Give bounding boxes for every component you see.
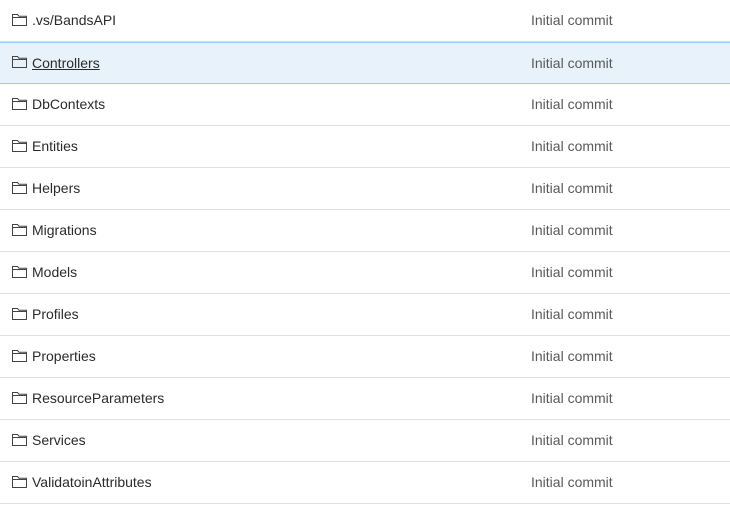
folder-name-link[interactable]: Helpers bbox=[32, 168, 80, 209]
commit-message-link[interactable]: Initial commit bbox=[531, 43, 613, 83]
folder-name-link[interactable]: Migrations bbox=[32, 210, 97, 251]
folder-name-link[interactable]: Services bbox=[32, 420, 86, 461]
commit-message-link[interactable]: Initial commit bbox=[531, 168, 613, 209]
commit-message-link[interactable]: Initial commit bbox=[531, 210, 613, 251]
folder-row[interactable]: Helpers Initial commit bbox=[0, 168, 730, 210]
file-list: .vs/BandsAPI Initial commit Controllers … bbox=[0, 0, 730, 504]
folder-row[interactable]: .vs/BandsAPI Initial commit bbox=[0, 0, 730, 42]
folder-icon bbox=[12, 475, 27, 488]
folder-row[interactable]: Properties Initial commit bbox=[0, 336, 730, 378]
folder-row[interactable]: Profiles Initial commit bbox=[0, 294, 730, 336]
commit-message-link[interactable]: Initial commit bbox=[531, 0, 613, 41]
folder-icon bbox=[12, 181, 27, 194]
folder-icon bbox=[12, 349, 27, 362]
commit-message-link[interactable]: Initial commit bbox=[531, 378, 613, 419]
folder-icon bbox=[12, 307, 27, 320]
folder-icon bbox=[12, 265, 27, 278]
folder-icon bbox=[12, 433, 27, 446]
commit-message-link[interactable]: Initial commit bbox=[531, 84, 613, 125]
folder-row[interactable]: DbContexts Initial commit bbox=[0, 84, 730, 126]
commit-message-link[interactable]: Initial commit bbox=[531, 294, 613, 335]
commit-message-link[interactable]: Initial commit bbox=[531, 126, 613, 167]
folder-icon bbox=[12, 391, 27, 404]
folder-icon bbox=[12, 139, 27, 152]
commit-message-link[interactable]: Initial commit bbox=[531, 336, 613, 377]
folder-row[interactable]: Models Initial commit bbox=[0, 252, 730, 294]
folder-row-selected[interactable]: Controllers Initial commit bbox=[0, 42, 730, 84]
folder-name-link[interactable]: Models bbox=[32, 252, 77, 293]
commit-message-link[interactable]: Initial commit bbox=[531, 420, 613, 461]
folder-name-link[interactable]: DbContexts bbox=[32, 84, 105, 125]
folder-name-link[interactable]: Entities bbox=[32, 126, 78, 167]
folder-row[interactable]: Migrations Initial commit bbox=[0, 210, 730, 252]
folder-name-link[interactable]: ResourceParameters bbox=[32, 378, 164, 419]
folder-name-link[interactable]: .vs/BandsAPI bbox=[32, 0, 116, 41]
commit-message-link[interactable]: Initial commit bbox=[531, 252, 613, 293]
folder-icon bbox=[12, 55, 27, 68]
folder-icon bbox=[12, 13, 27, 26]
folder-row[interactable]: Entities Initial commit bbox=[0, 126, 730, 168]
folder-row[interactable]: ResourceParameters Initial commit bbox=[0, 378, 730, 420]
folder-icon bbox=[12, 97, 27, 110]
folder-name-link[interactable]: ValidatoinAttributes bbox=[32, 462, 152, 503]
folder-name-link[interactable]: Profiles bbox=[32, 294, 79, 335]
commit-message-link[interactable]: Initial commit bbox=[531, 462, 613, 503]
folder-row[interactable]: Services Initial commit bbox=[0, 420, 730, 462]
folder-name-link[interactable]: Controllers bbox=[32, 43, 100, 83]
folder-name-link[interactable]: Properties bbox=[32, 336, 96, 377]
folder-row[interactable]: ValidatoinAttributes Initial commit bbox=[0, 462, 730, 504]
folder-icon bbox=[12, 223, 27, 236]
